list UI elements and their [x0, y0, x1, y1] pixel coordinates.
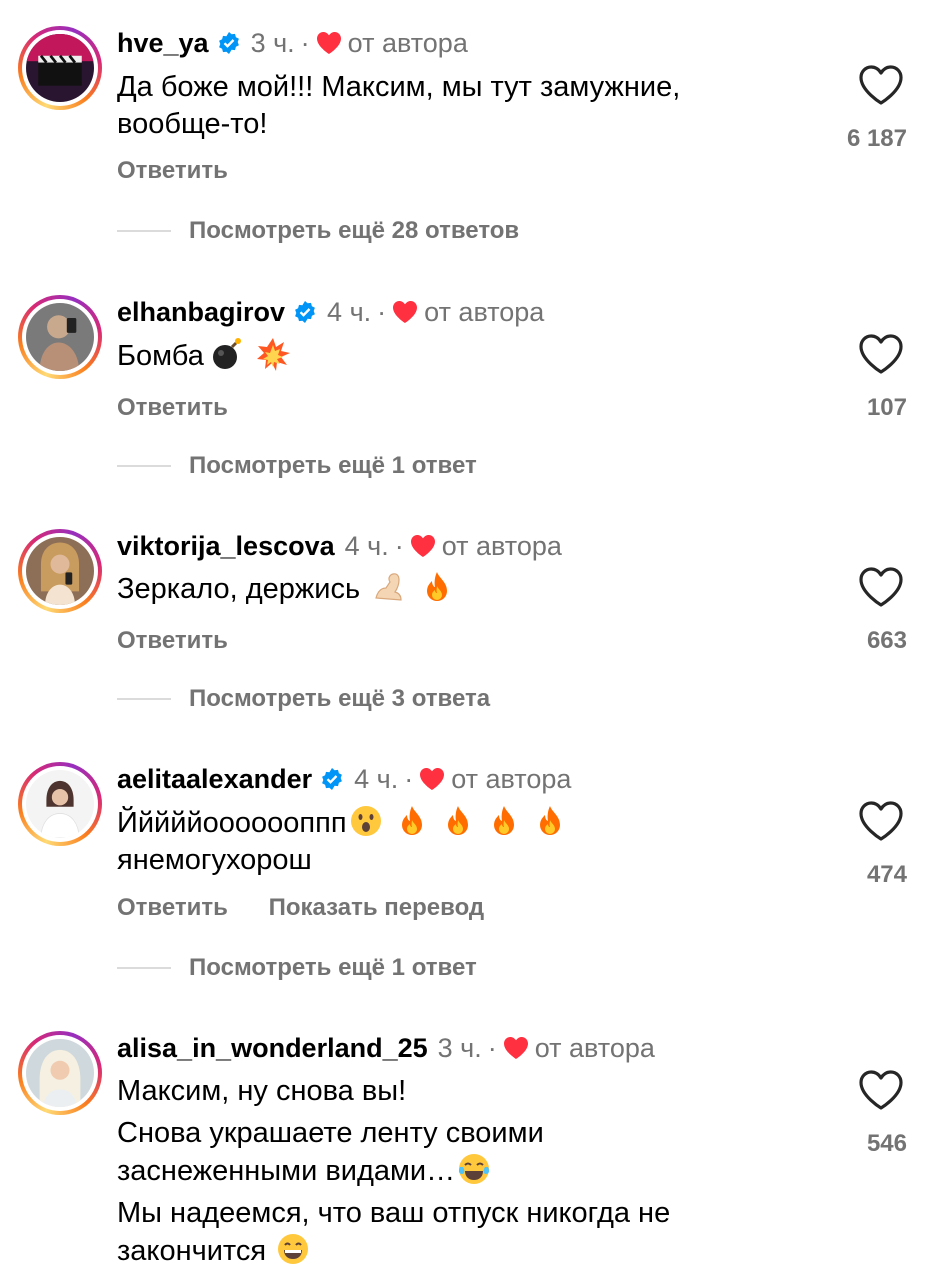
separator-dot: · [394, 531, 404, 561]
username[interactable]: alisa_in_wonderland_25 [117, 1032, 428, 1064]
view-replies-button[interactable]: Посмотреть ещё 3 ответа [117, 685, 490, 713]
like-heart-icon[interactable] [858, 800, 904, 842]
heart-filled-icon [410, 535, 435, 557]
separator-dot: · [404, 764, 414, 794]
like-heart-icon[interactable] [858, 333, 904, 375]
reply-button[interactable]: Ответить [117, 157, 228, 184]
fire-emoji-icon [427, 572, 448, 601]
fire-emoji-icon [401, 806, 422, 835]
divider [117, 967, 171, 969]
comment-time: 4 ч. [327, 297, 372, 327]
grinning-face-emoji-icon [278, 1234, 309, 1264]
username[interactable]: viktorija_lescova [117, 530, 335, 562]
view-replies-button[interactable]: Посмотреть ещё 1 ответ [117, 452, 477, 480]
author-liked-label: от автора [441, 531, 562, 561]
fire-emoji-icon [539, 806, 560, 835]
username[interactable]: aelitaalexander [117, 763, 312, 795]
astonished-face-emoji-icon [350, 806, 381, 836]
like-count: 474 [866, 861, 907, 888]
avatar[interactable] [18, 762, 102, 846]
like-heart-icon[interactable] [858, 566, 904, 608]
flexed-biceps-emoji-icon [375, 573, 402, 601]
comment-time: 3 ч. [250, 28, 295, 58]
verified-badge-icon [322, 768, 343, 790]
heart-filled-icon [503, 1037, 528, 1059]
face-with-tears-of-joy-emoji-icon [459, 1154, 490, 1184]
username[interactable]: elhanbagirov [117, 296, 285, 328]
separator-dot: · [300, 28, 310, 58]
divider [117, 698, 171, 700]
like-heart-icon[interactable] [858, 64, 904, 106]
comment-text: Да боже мой!!! Максим, мы тут замужние, … [117, 71, 681, 140]
show-translation-button[interactable]: Показать перевод [269, 894, 485, 921]
separator-dot: · [377, 297, 387, 327]
bomb-emoji-icon [212, 338, 241, 369]
author-liked-label: от автора [451, 764, 572, 794]
view-replies-button[interactable]: Посмотреть ещё 1 ответ [117, 954, 477, 982]
avatar[interactable] [18, 529, 102, 613]
divider [117, 230, 171, 232]
like-count: 6 187 [846, 125, 907, 152]
heart-filled-icon [316, 32, 341, 54]
author-liked-label: от автора [534, 1033, 655, 1063]
like-count: 107 [866, 394, 907, 421]
comment-text: Бомба [117, 337, 290, 375]
comment-time: 4 ч. [344, 531, 389, 561]
avatar[interactable] [18, 26, 102, 110]
comment-time: 4 ч. [354, 764, 399, 794]
divider [117, 465, 171, 467]
comment-text: Йййййооооооппп янемогухорош [117, 804, 567, 879]
like-count: 546 [866, 1130, 907, 1157]
verified-badge-icon [218, 32, 239, 54]
reply-button[interactable]: Ответить [117, 627, 228, 654]
comment-text: Максим, ну снова вы! Снова украшаете лен… [117, 1075, 671, 1267]
username[interactable]: hve_ya [117, 27, 209, 59]
avatar[interactable] [18, 1031, 102, 1115]
comment-time: 3 ч. [437, 1033, 482, 1063]
fire-emoji-icon [447, 806, 468, 835]
fire-emoji-icon [493, 806, 514, 835]
comment-text: Зеркало, держись [117, 570, 454, 608]
reply-button[interactable]: Ответить [117, 894, 228, 921]
author-liked-label: от автора [347, 28, 468, 58]
view-replies-button[interactable]: Посмотреть ещё 28 ответов [117, 217, 519, 245]
separator-dot: · [487, 1033, 497, 1063]
like-count: 663 [866, 627, 907, 654]
avatar[interactable] [18, 295, 102, 379]
like-heart-icon[interactable] [858, 1069, 904, 1111]
collision-emoji-icon [256, 338, 290, 371]
reply-button[interactable]: Ответить [117, 394, 228, 421]
author-liked-label: от автора [424, 297, 545, 327]
heart-filled-icon [393, 301, 418, 323]
verified-badge-icon [295, 301, 315, 323]
heart-filled-icon [420, 768, 445, 790]
